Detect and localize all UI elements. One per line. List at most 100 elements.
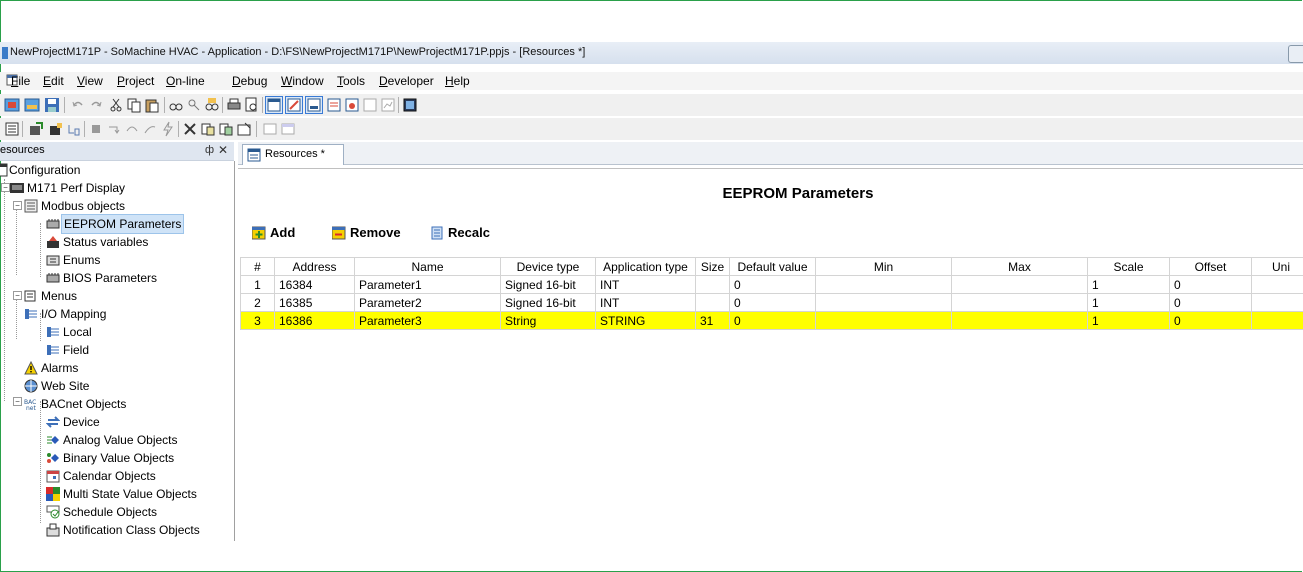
undo-icon[interactable] [70,97,86,113]
compile-icon[interactable] [28,121,44,137]
column-header[interactable]: Name [354,257,501,276]
min-cell[interactable] [815,275,952,294]
properties-icon[interactable] [236,121,252,137]
default-value-cell[interactable]: 0 [729,311,816,330]
row-number-cell[interactable]: 3 [240,311,275,330]
unit-cell[interactable] [1251,275,1303,294]
row-number-cell[interactable]: 2 [240,293,275,312]
menu-developer[interactable]: Developer [379,74,434,88]
stop-icon[interactable] [88,121,104,137]
find-replace-icon[interactable] [186,97,202,113]
name-cell[interactable]: Parameter3 [354,311,501,330]
max-cell[interactable] [951,275,1088,294]
table-row[interactable]: 1 16384 Parameter1 Signed 16-bit INT 0 1… [240,275,1303,294]
column-header[interactable]: Address [274,257,355,276]
column-header[interactable]: Min [815,257,952,276]
column-header[interactable]: Uni [1251,257,1303,276]
device-type-cell[interactable]: String [500,311,596,330]
column-header[interactable]: Max [951,257,1088,276]
step-into-icon[interactable] [106,121,122,137]
view-watch-icon[interactable] [344,97,360,113]
window-cascade-icon[interactable] [280,121,296,137]
open-project-icon[interactable] [24,97,40,113]
save-icon[interactable] [44,97,60,113]
menu-debug[interactable]: Debug [232,74,267,88]
menu-view[interactable]: View [77,74,103,88]
application-type-cell[interactable]: INT [595,293,696,312]
name-cell[interactable]: Parameter1 [354,275,501,294]
size-cell[interactable] [695,275,730,294]
row-number-cell[interactable]: 1 [240,275,275,294]
size-cell[interactable]: 31 [695,311,730,330]
scale-cell[interactable]: 1 [1087,275,1170,294]
menu-file[interactable]: File [11,74,30,88]
close-icon[interactable]: ✕ [218,143,228,157]
collapse-toggle[interactable]: − [13,201,22,210]
device-type-cell[interactable]: Signed 16-bit [500,293,596,312]
column-header[interactable]: Device type [500,257,596,276]
menu-window[interactable]: Window [281,74,324,88]
application-type-cell[interactable]: STRING [595,311,696,330]
calculator-icon[interactable] [4,121,20,137]
address-cell[interactable]: 16384 [274,275,355,294]
new-project-icon[interactable] [4,97,20,113]
address-cell[interactable]: 16386 [274,311,355,330]
default-value-cell[interactable]: 0 [729,293,816,312]
download-icon[interactable] [48,121,64,137]
size-cell[interactable] [695,293,730,312]
step-over-icon[interactable] [124,121,140,137]
cut-icon[interactable] [108,97,124,113]
name-cell[interactable]: Parameter2 [354,293,501,312]
unit-cell[interactable] [1251,311,1303,330]
connect-icon[interactable] [66,121,82,137]
collapse-toggle[interactable]: − [13,397,22,406]
copy-icon[interactable] [126,97,142,113]
fullscreen-icon[interactable] [402,97,418,113]
paste-icon[interactable] [144,97,160,113]
unit-cell[interactable] [1251,293,1303,312]
tools-icon[interactable] [182,121,198,137]
max-cell[interactable] [951,293,1088,312]
menu-online[interactable]: On-line [166,74,205,88]
column-header[interactable]: Scale [1087,257,1170,276]
tab-resources[interactable]: Resources * [242,144,344,165]
view-library-icon[interactable] [326,97,342,113]
max-cell[interactable] [951,311,1088,330]
table-row-selected[interactable]: 3 16386 Parameter3 String STRING 31 0 1 … [240,311,1303,330]
table-row[interactable]: 2 16385 Parameter2 Signed 16-bit INT 0 1… [240,293,1303,312]
print-preview-icon[interactable] [244,97,260,113]
pages-add-icon[interactable] [218,121,234,137]
view-resources-icon[interactable] [265,96,283,114]
window-tile-icon[interactable] [262,121,278,137]
min-cell[interactable] [815,293,952,312]
min-cell[interactable] [815,311,952,330]
column-header[interactable]: Application type [595,257,696,276]
minimize-button[interactable] [1288,45,1303,63]
offset-cell[interactable]: 0 [1169,275,1252,294]
device-type-cell[interactable]: Signed 16-bit [500,275,596,294]
offset-cell[interactable]: 0 [1169,311,1252,330]
menu-edit[interactable]: Edit [43,74,64,88]
collapse-toggle[interactable]: − [13,291,22,300]
view-graph-icon[interactable] [380,97,396,113]
pages-icon[interactable] [200,121,216,137]
pin-icon[interactable]: ф [205,144,214,156]
view-async-icon[interactable] [362,97,378,113]
address-cell[interactable]: 16385 [274,293,355,312]
find-icon[interactable] [168,97,184,113]
column-header[interactable]: # [240,257,275,276]
application-type-cell[interactable]: INT [595,275,696,294]
scale-cell[interactable]: 1 [1087,311,1170,330]
menu-help[interactable]: Help [445,74,470,88]
offset-cell[interactable]: 0 [1169,293,1252,312]
view-catalog-icon[interactable] [285,96,303,114]
scale-cell[interactable]: 1 [1087,293,1170,312]
column-header[interactable]: Default value [729,257,816,276]
find-in-files-icon[interactable] [204,97,220,113]
lightning-icon[interactable] [160,121,176,137]
column-header[interactable]: Offset [1169,257,1252,276]
redo-icon[interactable] [88,97,104,113]
collapse-toggle[interactable]: − [1,183,10,192]
column-header[interactable]: Size [695,257,730,276]
step-out-icon[interactable] [142,121,158,137]
